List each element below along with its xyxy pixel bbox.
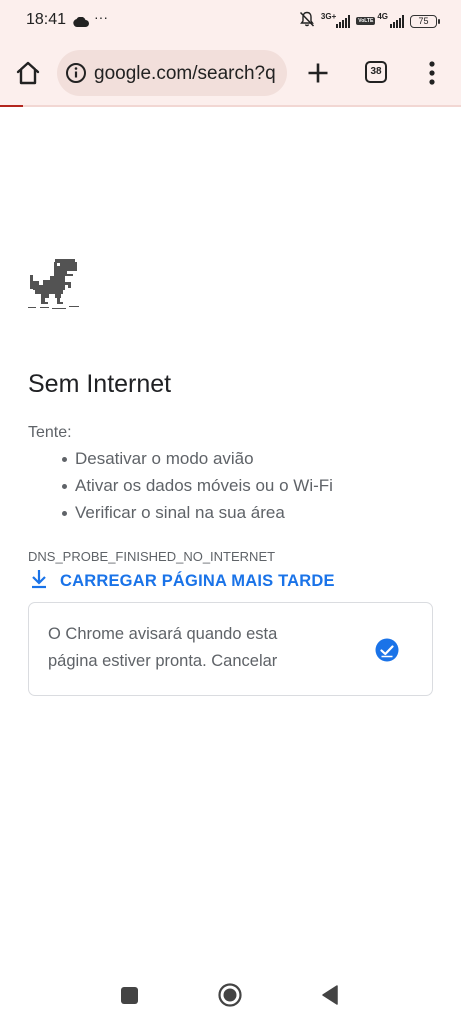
notify-card: O Chrome avisará quando esta página esti… <box>28 602 433 696</box>
back-button[interactable] <box>320 984 340 1006</box>
home-icon[interactable] <box>15 60 41 86</box>
error-code: DNS_PROBE_FINISHED_NO_INTERNET <box>28 549 276 564</box>
battery-indicator: 75 <box>410 14 440 28</box>
volte-badge: VoLTE <box>356 17 376 25</box>
suggestion-item: Ativar os dados móveis ou o Wi-Fi <box>56 476 333 503</box>
more-vert-icon[interactable] <box>422 59 442 87</box>
download-later-label: CARREGAR PÁGINA MAIS TARDE <box>60 571 335 590</box>
status-bar: 18:41 ··· 3G+ VoLTE 4G 75 <box>0 0 461 44</box>
download-later-button[interactable]: CARREGAR PÁGINA MAIS TARDE <box>30 569 335 594</box>
suggestion-item: Desativar o modo avião <box>56 449 333 476</box>
page-load-progress <box>0 105 461 107</box>
signal-bars-2 <box>390 14 404 28</box>
bell-off-icon <box>299 11 315 32</box>
check-circle-icon[interactable] <box>375 638 399 662</box>
info-icon[interactable] <box>65 62 87 84</box>
plus-icon[interactable] <box>305 60 331 86</box>
address-bar[interactable]: google.com/search?q <box>57 50 287 96</box>
notify-message-line[interactable]: página estiver pronta. Cancelar <box>48 652 277 670</box>
suggestion-item: Verificar o sinal na sua área <box>56 503 333 530</box>
page-title: Sem Internet <box>28 370 172 398</box>
browser-toolbar: google.com/search?q 38 <box>0 44 461 105</box>
signal-bars-1 <box>336 14 351 28</box>
network-type-2: 4G <box>377 11 388 21</box>
recents-button[interactable] <box>121 987 138 1004</box>
notify-message-line: O Chrome avisará quando esta <box>48 625 278 643</box>
home-button[interactable] <box>218 983 242 1007</box>
notify-message: O Chrome avisará quando esta página esti… <box>48 621 348 675</box>
status-time: 18:41 <box>26 11 67 28</box>
status-indicators: 3G+ VoLTE 4G 75 <box>299 11 440 32</box>
status-more-dots: ··· <box>94 9 108 25</box>
url-text[interactable]: google.com/search?q <box>94 63 276 85</box>
download-icon <box>30 569 48 594</box>
try-label: Tente: <box>28 424 72 441</box>
network-type-1: 3G+ <box>320 11 337 21</box>
dinosaur-icon[interactable] <box>28 258 80 315</box>
page-load-progress-fill <box>0 105 24 107</box>
cloud-icon <box>73 14 89 32</box>
tab-switcher-button[interactable]: 38 <box>365 61 387 83</box>
suggestion-list: Desativar o modo avião Ativar os dados m… <box>56 449 333 530</box>
system-navigation-bar <box>0 962 461 1024</box>
